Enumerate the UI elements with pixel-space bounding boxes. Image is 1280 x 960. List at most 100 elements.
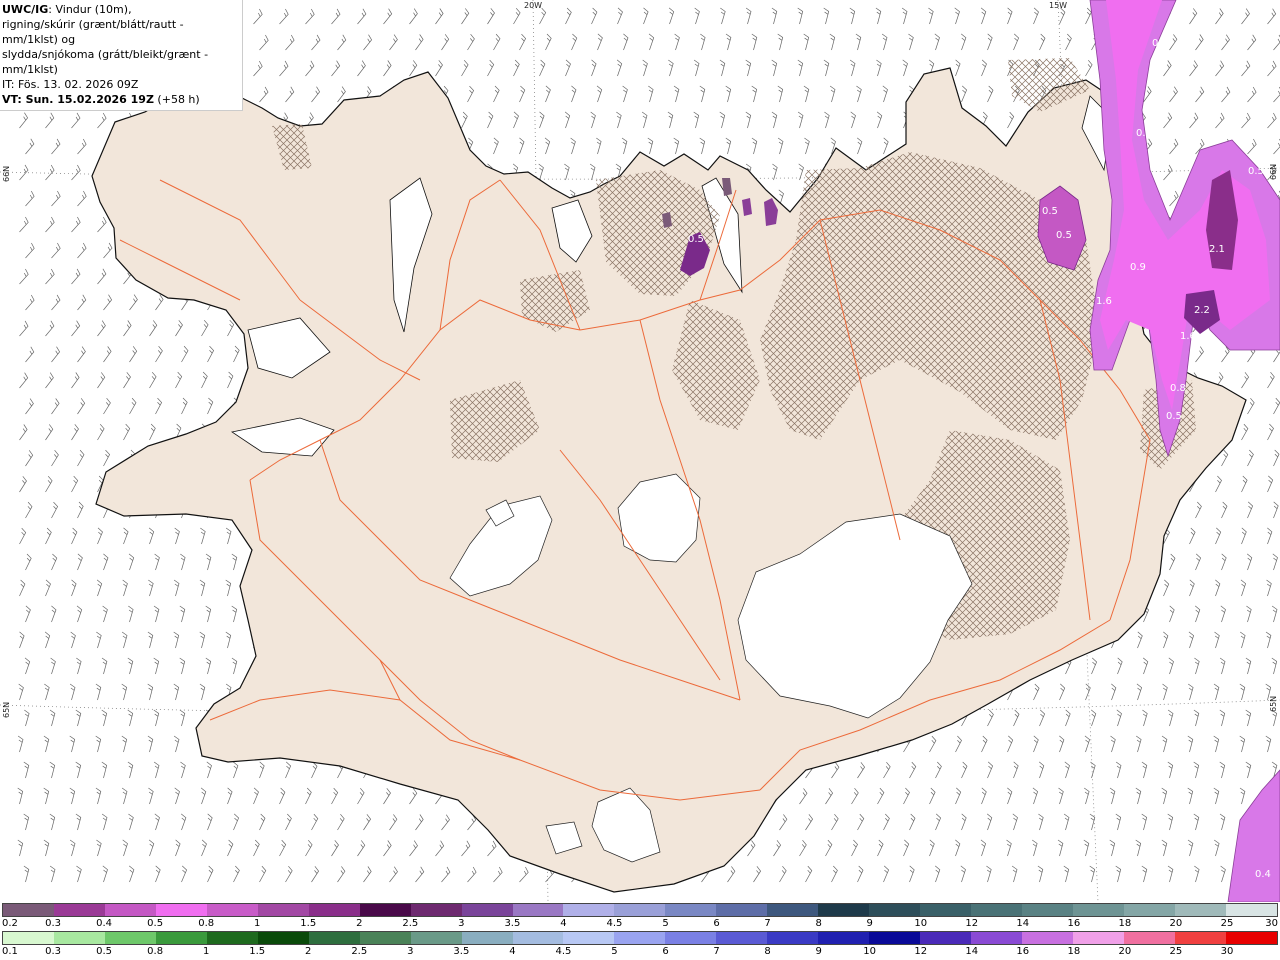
legend-rain-bar xyxy=(2,931,1278,945)
legend-swatch xyxy=(257,904,309,916)
precip-value-label: 0.9 xyxy=(1130,262,1146,273)
legend-tick-label: 8 xyxy=(764,946,771,957)
lon-label-15w: 15W xyxy=(1049,1,1068,10)
legend-tick-label: 3.5 xyxy=(504,918,521,929)
legend-tick-label: 9 xyxy=(815,946,822,957)
legend-swatch xyxy=(716,904,768,916)
legend-tick-label: 6 xyxy=(713,918,720,929)
legend-tick-label: 2 xyxy=(356,918,363,929)
legend-swatch xyxy=(53,904,105,916)
legend-swatch xyxy=(104,932,156,944)
initial-time: IT: Fös. 13. 02. 2026 09Z xyxy=(2,78,139,91)
legend-tick-label: 2.5 xyxy=(402,918,419,929)
legend-tick-label: 20 xyxy=(1169,918,1183,929)
legend-tick-label: 2 xyxy=(305,946,312,957)
legend-tick-label: 18 xyxy=(1067,946,1081,957)
legend-swatch xyxy=(308,904,360,916)
valid-time: VT: Sun. 15.02.2026 19Z xyxy=(2,93,154,106)
legend-snow-ticks: 0.2 0.3 0.4 0.5 0.8 1 1.5 2 2.5 3 3.5 4 4.5 5 6 7 8 9 10 12… xyxy=(0,918,1280,932)
legend-swatch xyxy=(971,932,1023,944)
precip-value-label: 0.4 xyxy=(1255,869,1271,880)
legend-tick-label: 1.5 xyxy=(300,918,317,929)
legend-tick-label: 1.5 xyxy=(249,946,266,957)
legend-tick-label: 1 xyxy=(254,918,261,929)
legend-swatch xyxy=(410,932,462,944)
legend-tick-label: 3 xyxy=(458,918,465,929)
legend-tick-label: 2.5 xyxy=(351,946,368,957)
legend-tick-label: 25 xyxy=(1220,918,1234,929)
legend-swatch xyxy=(512,932,564,944)
precip-value-label: 1.6 xyxy=(1180,331,1196,342)
legend-snow: 0.2 0.3 0.4 0.5 0.8 1 1.5 2 2.5 3 3.5 4 4.5 5 6 7 8 9 10 12… xyxy=(0,903,1280,932)
legend-tick-label: 0.4 xyxy=(96,918,113,929)
legend-tick-label: 30 xyxy=(1265,918,1278,929)
legend-tick-label: 0.1 xyxy=(2,946,18,957)
legend-swatch xyxy=(716,932,768,944)
precip-value-label: 2.1 xyxy=(1209,244,1225,255)
legend-swatch xyxy=(1022,932,1074,944)
legend-swatch xyxy=(665,904,717,916)
title-line: UWC/IG: Vindur (10m), xyxy=(2,2,242,17)
legend-swatch xyxy=(257,932,309,944)
precip-value-label: 0.5 xyxy=(1056,230,1072,241)
legend-tick-label: 0.5 xyxy=(147,918,164,929)
legend-tick-label: 0.2 xyxy=(2,918,18,929)
legend-swatch xyxy=(308,932,360,944)
lat-label-66n-right: 66N xyxy=(1269,163,1278,180)
legend-swatch xyxy=(767,932,819,944)
lat-label-66n-left: 66N xyxy=(2,165,11,182)
title-line-2: rigning/skúrir (grænt/blátt/rautt - mm/1… xyxy=(2,18,184,46)
precip-band-se xyxy=(1227,769,1280,902)
legend-swatch xyxy=(818,904,870,916)
legend-swatch xyxy=(206,904,258,916)
legend-swatch xyxy=(563,904,615,916)
legend-tick-label: 0.3 xyxy=(45,946,61,957)
legend-tick-label: 0.8 xyxy=(198,918,215,929)
legend-swatch xyxy=(1123,932,1175,944)
map-canvas xyxy=(0,0,1280,902)
legend-swatch xyxy=(1225,932,1277,944)
legend-swatch xyxy=(1022,904,1074,916)
legend-tick-label: 18 xyxy=(1118,918,1132,929)
legend-swatch xyxy=(1073,904,1124,916)
legend-swatch xyxy=(869,904,921,916)
precip-value-label: 0.9 xyxy=(1136,128,1152,139)
legend-tick-label: 5 xyxy=(662,918,669,929)
legend-tick-label: 1 xyxy=(202,946,210,957)
legend-tick-label: 30 xyxy=(1220,946,1234,957)
legend-tick-label: 12 xyxy=(914,946,928,957)
precip-value-label: 0.5 xyxy=(1248,166,1264,177)
legend-tick-label: 20 xyxy=(1118,946,1132,957)
legend-swatch xyxy=(512,904,564,916)
legend-tick-label: 4 xyxy=(509,946,516,957)
precip-value-label: 0.8 xyxy=(1170,383,1186,394)
valid-time-line: VT: Sun. 15.02.2026 19Z (+58 h) xyxy=(2,92,242,107)
legend-swatch xyxy=(971,904,1023,916)
precip-value-label: 0.5 xyxy=(1166,411,1182,422)
precip-value-label: 0.5 xyxy=(688,234,704,245)
legend-swatch xyxy=(1174,904,1226,916)
legend-tick-label: 16 xyxy=(1067,918,1081,929)
legend-swatch xyxy=(1174,932,1226,944)
legend-swatch xyxy=(1123,904,1175,916)
legend-tick-label: 7 xyxy=(764,918,771,929)
legend-tick-label: 12 xyxy=(965,918,979,929)
legend-tick-label: 0.8 xyxy=(147,946,164,957)
legend-tick-label: 3.5 xyxy=(453,946,470,957)
legend-rain: 0.1 0.3 0.5 0.8 1 1.5 2 2.5 3 3.5 4 4.5 5 6 7 8 9 10 12 14 1… xyxy=(0,931,1280,960)
legend-swatch xyxy=(614,904,666,916)
lat-label-65n-right: 65N xyxy=(1269,695,1278,712)
legend-swatch xyxy=(104,904,156,916)
precip-value-label: 1.6 xyxy=(1096,296,1112,307)
lat-label-65n-left: 65N xyxy=(2,701,11,718)
legend-swatch xyxy=(3,904,54,916)
precip-value-label: 0.5 xyxy=(1042,206,1058,217)
legend-swatch xyxy=(461,904,513,916)
title-line-3: slydda/snjókoma (grátt/bleikt/grænt - mm… xyxy=(2,48,209,76)
legend-swatch xyxy=(155,932,207,944)
legend-swatch xyxy=(767,904,819,916)
title-line-1: : Vindur (10m), xyxy=(48,3,132,16)
legend-rain-ticks: 0.1 0.3 0.5 0.8 1 1.5 2 2.5 3 3.5 4 4.5 5 6 7 8 9 10 12 14 1… xyxy=(0,946,1280,960)
legend-swatch xyxy=(563,932,615,944)
legend-tick-label: 6 xyxy=(662,946,669,957)
